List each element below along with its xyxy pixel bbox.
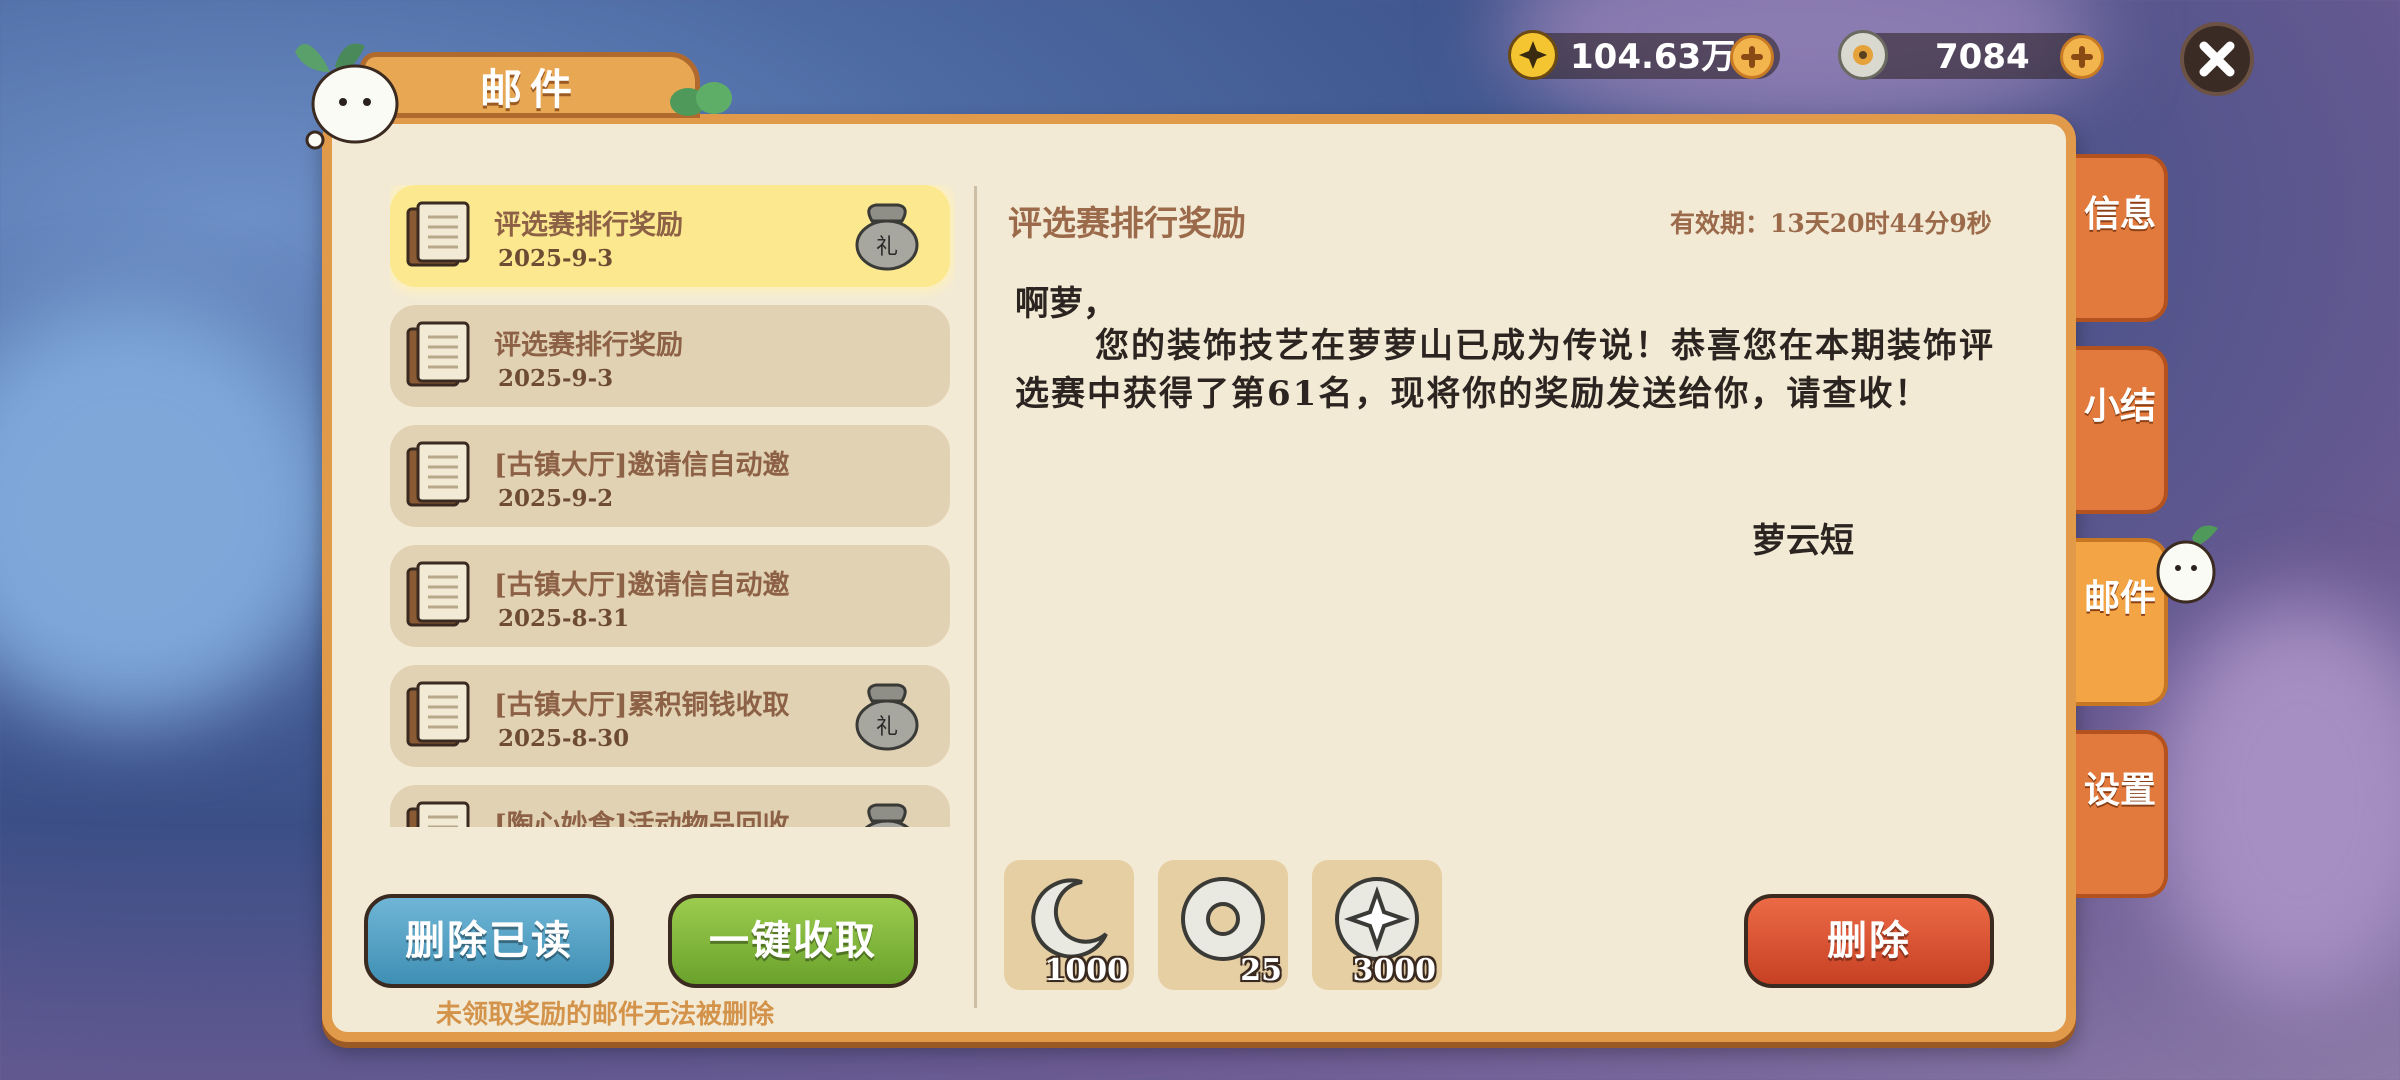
mail-item-title: 评选赛排行奖励 xyxy=(494,330,683,361)
tab-label: 小结 xyxy=(2083,385,2156,427)
leaf-decoration-icon xyxy=(670,82,732,116)
panel-divider xyxy=(974,186,977,1008)
radish-mascot-icon xyxy=(295,43,399,150)
add-currency-one-button[interactable] xyxy=(1730,35,1774,79)
reward-item[interactable]: 3000 xyxy=(1312,860,1442,990)
mail-list[interactable]: 评选赛排行奖励 2025-9-3 礼评选赛排行奖励 2025-9-3 [古镇大厅]邀请信… xyxy=(390,185,955,827)
reward-item[interactable]: 1000 xyxy=(1004,860,1134,990)
crescent-moon-icon xyxy=(1031,878,1108,959)
mail-salutation: 啊萝， xyxy=(1015,284,1117,324)
currency-two-value: 7084 xyxy=(1935,37,2030,77)
svg-text:礼: 礼 xyxy=(876,235,898,260)
background-blur xyxy=(2150,600,2400,1000)
close-icon xyxy=(2199,41,2235,77)
letter-icon xyxy=(406,801,470,827)
star-coin-icon xyxy=(1335,877,1419,961)
tab-info[interactable]: 信息 xyxy=(2076,154,2168,322)
delete-read-button[interactable]: 删除已读 xyxy=(364,894,614,988)
radish-mascot-icon xyxy=(2156,525,2218,604)
star-coin-icon xyxy=(1508,30,1558,80)
delete-button[interactable]: 删除 xyxy=(1744,894,1994,988)
delete-hint: 未领取奖励的邮件无法被删除 xyxy=(436,1000,775,1030)
gift-bag-icon: 礼 xyxy=(864,803,910,827)
tab-label: 设置 xyxy=(2083,769,2156,811)
letter-icon xyxy=(406,681,470,747)
game-screen: 104.63万 7084 邮件 评选赛排行奖励 2025-9-3 礼评选赛排行奖励 2… xyxy=(0,0,2400,1080)
mail-signature: 萝云短 xyxy=(1752,521,1854,561)
mail-item-title: [古镇大厅]累积铜钱收取 xyxy=(494,690,790,721)
letter-icon xyxy=(406,201,470,267)
mail-item-title: [古镇大厅]邀请信自动邀 xyxy=(494,450,790,481)
mail-item-title: [陶心妙食]活动物品回收 xyxy=(494,810,790,827)
background-blur xyxy=(0,300,340,720)
reward-count: 25 xyxy=(1240,953,1282,988)
mail-item-date: 2025-9-3 xyxy=(498,245,614,272)
mail-list-item[interactable]: [古镇大厅]邀请信自动邀 2025-9-2 xyxy=(390,425,950,527)
gift-bag-icon: 礼 xyxy=(855,683,919,751)
mail-list-item[interactable]: [古镇大厅]累积铜钱收取 2025-8-30 礼 xyxy=(390,665,950,767)
mail-list-item[interactable]: [古镇大厅]邀请信自动邀 2025-8-31 xyxy=(390,545,950,647)
mail-item-title: [古镇大厅]邀请信自动邀 xyxy=(494,570,790,601)
reward-item[interactable]: 25 xyxy=(1158,860,1288,990)
tab-summary[interactable]: 小结 xyxy=(2076,346,2168,514)
mail-item-title: 评选赛排行奖励 xyxy=(494,210,683,241)
add-currency-two-button[interactable] xyxy=(2060,35,2104,79)
svg-text:礼: 礼 xyxy=(876,715,898,740)
collect-all-button[interactable]: 一键收取 xyxy=(668,894,918,988)
reward-count: 1000 xyxy=(1044,953,1129,988)
mail-body: 您的装饰技艺在萝萝山已成为传说！恭喜您在本期装饰评选赛中获得了第61名，现将你的… xyxy=(1015,326,1995,414)
gift-bag-icon: 礼 xyxy=(855,203,919,271)
tab-settings[interactable]: 设置 xyxy=(2076,730,2168,898)
letter-icon xyxy=(406,321,470,387)
currency-one-value: 104.63万 xyxy=(1570,37,1736,77)
mail-item-date: 2025-9-3 xyxy=(498,365,614,392)
letter-icon xyxy=(406,561,470,627)
letter-icon xyxy=(406,441,470,507)
reward-count: 3000 xyxy=(1352,953,1437,988)
mail-detail-title: 评选赛排行奖励 xyxy=(1008,204,1246,244)
expiry-text: 有效期：13天20时44分9秒 xyxy=(1670,209,1992,238)
window-title: 邮件 xyxy=(480,65,581,114)
mail-list-item[interactable]: 评选赛排行奖励 2025-9-3 礼 xyxy=(390,185,950,287)
mail-list-item[interactable]: [陶心妙食]活动物品回收 礼 xyxy=(390,785,950,827)
mail-list-item[interactable]: 评选赛排行奖励 2025-9-3 xyxy=(390,305,950,407)
copper-coin-icon xyxy=(1181,877,1265,961)
mail-item-date: 2025-8-31 xyxy=(498,605,630,632)
close-button[interactable] xyxy=(2180,22,2254,96)
mail-item-date: 2025-9-2 xyxy=(498,485,614,512)
tab-label: 信息 xyxy=(2083,193,2156,235)
copper-coin-icon xyxy=(1838,30,1888,80)
mail-item-date: 2025-8-30 xyxy=(498,725,630,752)
